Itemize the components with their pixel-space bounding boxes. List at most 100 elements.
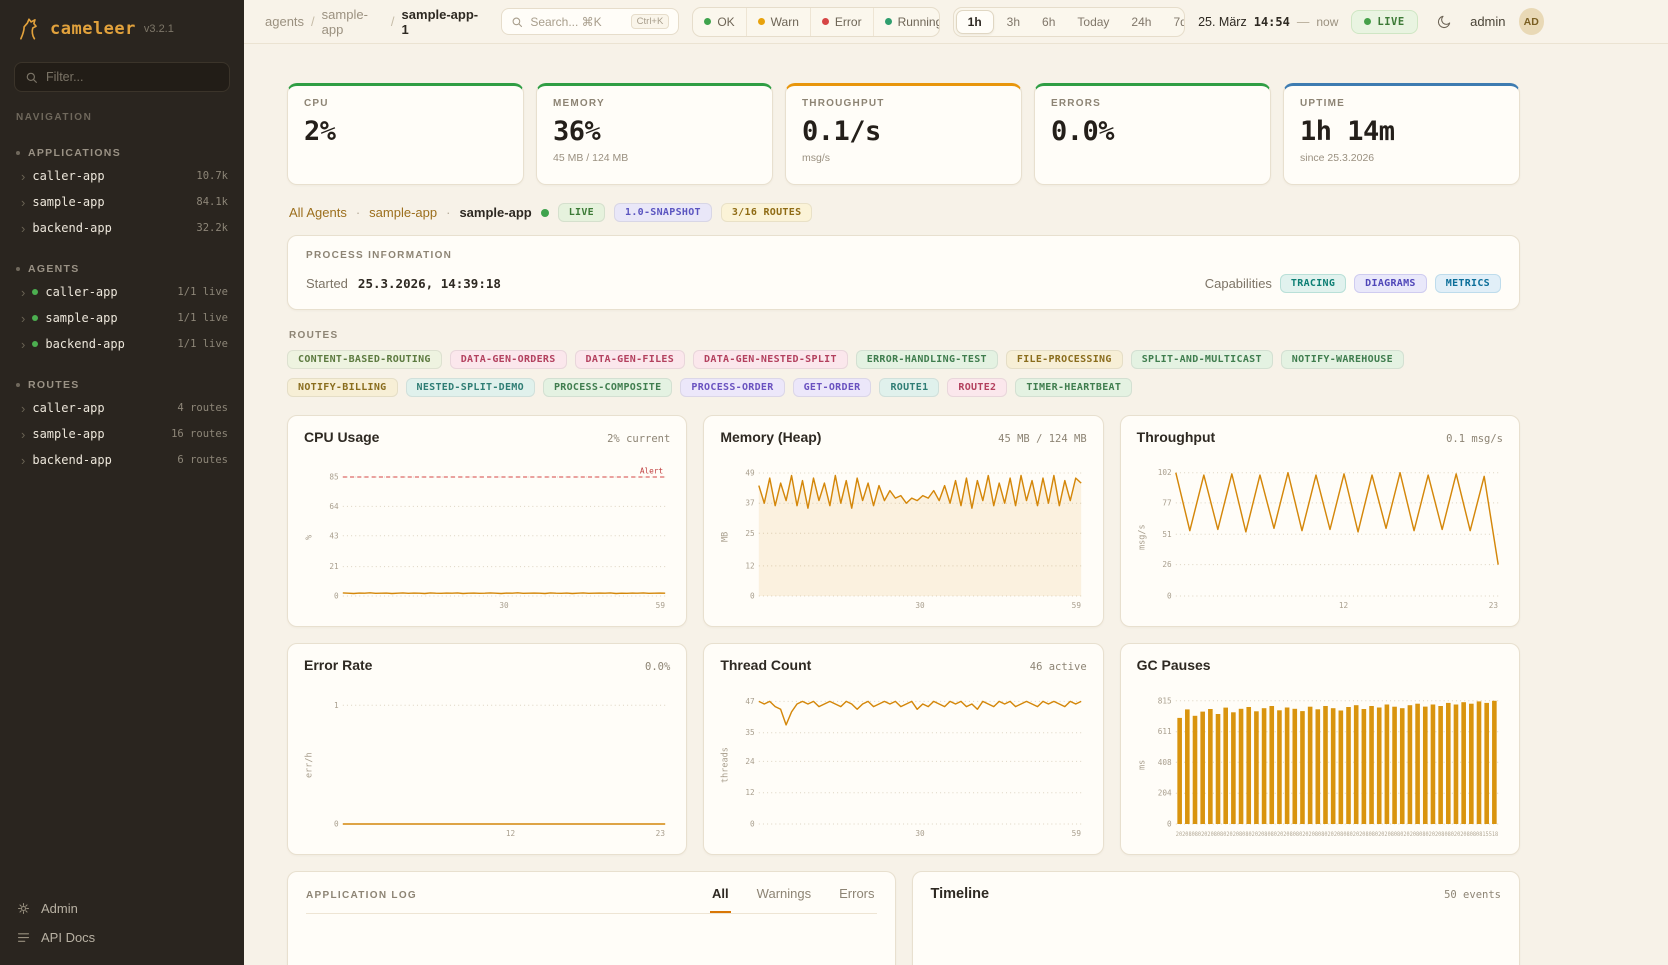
chart-header: Thread Count46 active [720,657,1086,673]
sidebar-item-badge: 1/1 live [177,286,228,298]
route-tag-data-gen-nested-split[interactable]: DATA-GEN-NESTED-SPLIT [693,350,848,369]
route-tag-timer-heartbeat[interactable]: TIMER-HEARTBEAT [1015,378,1132,397]
sidebar-item-backend-app[interactable]: ›backend-app32.2k [0,215,244,241]
y-axis-label: err/h [304,679,315,839]
filter-input[interactable] [46,70,219,84]
route-tag-split-and-multicast[interactable]: SPLIT-AND-MULTICAST [1131,350,1273,369]
sidebar-item-backend-app[interactable]: ›backend-app1/1 live [0,331,244,357]
y-axis-label: threads [720,679,731,839]
route-tag-route2[interactable]: ROUTE2 [947,378,1007,397]
route-tag-route1[interactable]: ROUTE1 [879,378,939,397]
search-input[interactable] [530,15,623,29]
sidebar-item-sample-app[interactable]: ›sample-app84.1k [0,189,244,215]
stat-card-memory: MEMORY36%45 MB / 124 MB [536,83,773,185]
agent-live-dot-icon [541,209,549,217]
time-range-today[interactable]: Today [1066,9,1120,35]
sidebar-item-caller-app[interactable]: ›caller-app10.7k [0,163,244,189]
sidebar-item-caller-app[interactable]: ›caller-app4 routes [0,395,244,421]
route-tag-data-gen-files[interactable]: DATA-GEN-FILES [575,350,686,369]
sidebar-item-label: sample-app [45,311,117,325]
time-range-1h[interactable]: 1h [956,10,994,34]
route-tag-file-processing[interactable]: FILE-PROCESSING [1006,350,1123,369]
status-filter-label: Running [898,15,940,29]
time-range-7d[interactable]: 7d [1162,9,1185,35]
capability-badge-diagrams: DIAGRAMS [1354,274,1427,293]
y-axis-label: MB [720,451,731,611]
status-dot-icon [32,289,38,295]
log-tab-all[interactable]: All [710,886,731,913]
status-dot-icon [885,18,892,25]
breadcrumb-agents[interactable]: agents [265,14,304,29]
stat-label: MEMORY [553,98,756,109]
route-tag-process-order[interactable]: PROCESS-ORDER [680,378,784,397]
route-tag-notify-warehouse[interactable]: NOTIFY-WAREHOUSE [1281,350,1404,369]
sidebar-item-caller-app[interactable]: ›caller-app1/1 live [0,279,244,305]
agent-bar-link-sample-app[interactable]: sample-app [369,205,437,220]
svg-text:59: 59 [656,601,666,610]
sidebar-section-applications: APPLICATIONS›caller-app10.7k›sample-app8… [0,143,244,241]
svg-text:24: 24 [746,757,756,766]
chart-body: threads0122435473059 [720,679,1086,839]
route-tag-notify-billing[interactable]: NOTIFY-BILLING [287,378,398,397]
status-filter-warn[interactable]: Warn [746,8,810,36]
time-range-24h[interactable]: 24h [1120,9,1162,35]
status-filter-group: OKWarnError Running [692,7,939,37]
sidebar-item-badge: 6 routes [177,454,228,466]
breadcrumb-sample-app[interactable]: sample-app [322,7,384,37]
chart-header: GC Pauses [1137,657,1503,673]
sidebar-item-api-docs[interactable]: API Docs [16,930,228,945]
sidebar-item-label: caller-app [32,169,104,183]
status-filter-running[interactable]: Running [873,8,940,36]
agent-bar-current: sample-app [459,205,531,220]
dark-mode-toggle[interactable] [1431,8,1457,36]
stat-sub: msg/s [802,152,1005,164]
route-tag-process-composite[interactable]: PROCESS-COMPOSITE [543,378,672,397]
stat-card-cpu: CPU2% [287,83,524,185]
route-tag-data-gen-orders[interactable]: DATA-GEN-ORDERS [450,350,567,369]
agent-badge-3-16-routes: 3/16 ROUTES [721,203,813,222]
time-range-3h[interactable]: 3h [996,9,1031,35]
route-tag-content-based-routing[interactable]: CONTENT-BASED-ROUTING [287,350,442,369]
bottom-row: APPLICATION LOG AllWarningsErrors Timeli… [287,871,1520,965]
avatar[interactable]: AD [1519,8,1544,35]
sidebar-item-badge: 1/1 live [177,338,228,350]
sidebar-item-sample-app[interactable]: ›sample-app16 routes [0,421,244,447]
sidebar-item-sample-app[interactable]: ›sample-app1/1 live [0,305,244,331]
time-range-6h[interactable]: 6h [1031,9,1066,35]
global-search[interactable]: Ctrl+K [501,8,679,35]
sidebar-item-admin[interactable]: Admin [16,901,228,916]
docs-icon [16,930,31,945]
breadcrumb-separator: / [311,14,315,29]
svg-text:77: 77 [1162,499,1172,508]
app-logo[interactable]: cameleer v3.2.1 [0,0,244,54]
sidebar-item-badge: 16 routes [171,428,228,440]
status-filter-ok[interactable]: OK [693,8,745,36]
status-dot-icon [758,18,765,25]
sidebar-section-header-agents[interactable]: AGENTS [0,259,244,279]
status-filter-error[interactable]: Error [810,8,873,36]
route-tag-nested-split-demo[interactable]: NESTED-SPLIT-DEMO [406,378,535,397]
breadcrumb-sample-app-1: sample-app-1 [402,7,479,37]
chart-current-value: 0.1 msg/s [1446,433,1503,445]
log-tab-warnings[interactable]: Warnings [755,886,813,913]
agent-bar-link-all-agents[interactable]: All Agents [289,205,347,220]
route-tag-get-order[interactable]: GET-ORDER [793,378,872,397]
sidebar-sections: APPLICATIONS › caller-app 10.7k ›sample-app8… [0,125,244,473]
timeline-title: Timeline [931,886,990,902]
chevron-right-icon: › [21,286,25,299]
route-tag-error-handling-test[interactable]: ERROR-HANDLING-TEST [856,350,998,369]
svg-text:12: 12 [746,562,755,571]
log-tab-errors[interactable]: Errors [837,886,876,913]
chart-body: %0214364853059Alert [304,451,670,611]
timeline-events-count: 50 events [1444,889,1501,901]
sidebar-section-header-routes[interactable]: ROUTES [0,375,244,395]
charts-grid: CPU Usage2% current%0214364853059AlertMe… [287,415,1520,855]
chart-current-value: 45 MB / 124 MB [998,433,1087,445]
now-label: now [1316,15,1338,29]
sidebar-item-badge: 10.7k [196,170,228,182]
sidebar-filter[interactable] [14,62,230,92]
sidebar-section-header-applications[interactable]: APPLICATIONS [0,143,244,163]
sidebar-footer: Admin API Docs [0,887,244,965]
sidebar-item-backend-app[interactable]: ›backend-app6 routes [0,447,244,473]
svg-text:815: 815 [1157,696,1171,705]
